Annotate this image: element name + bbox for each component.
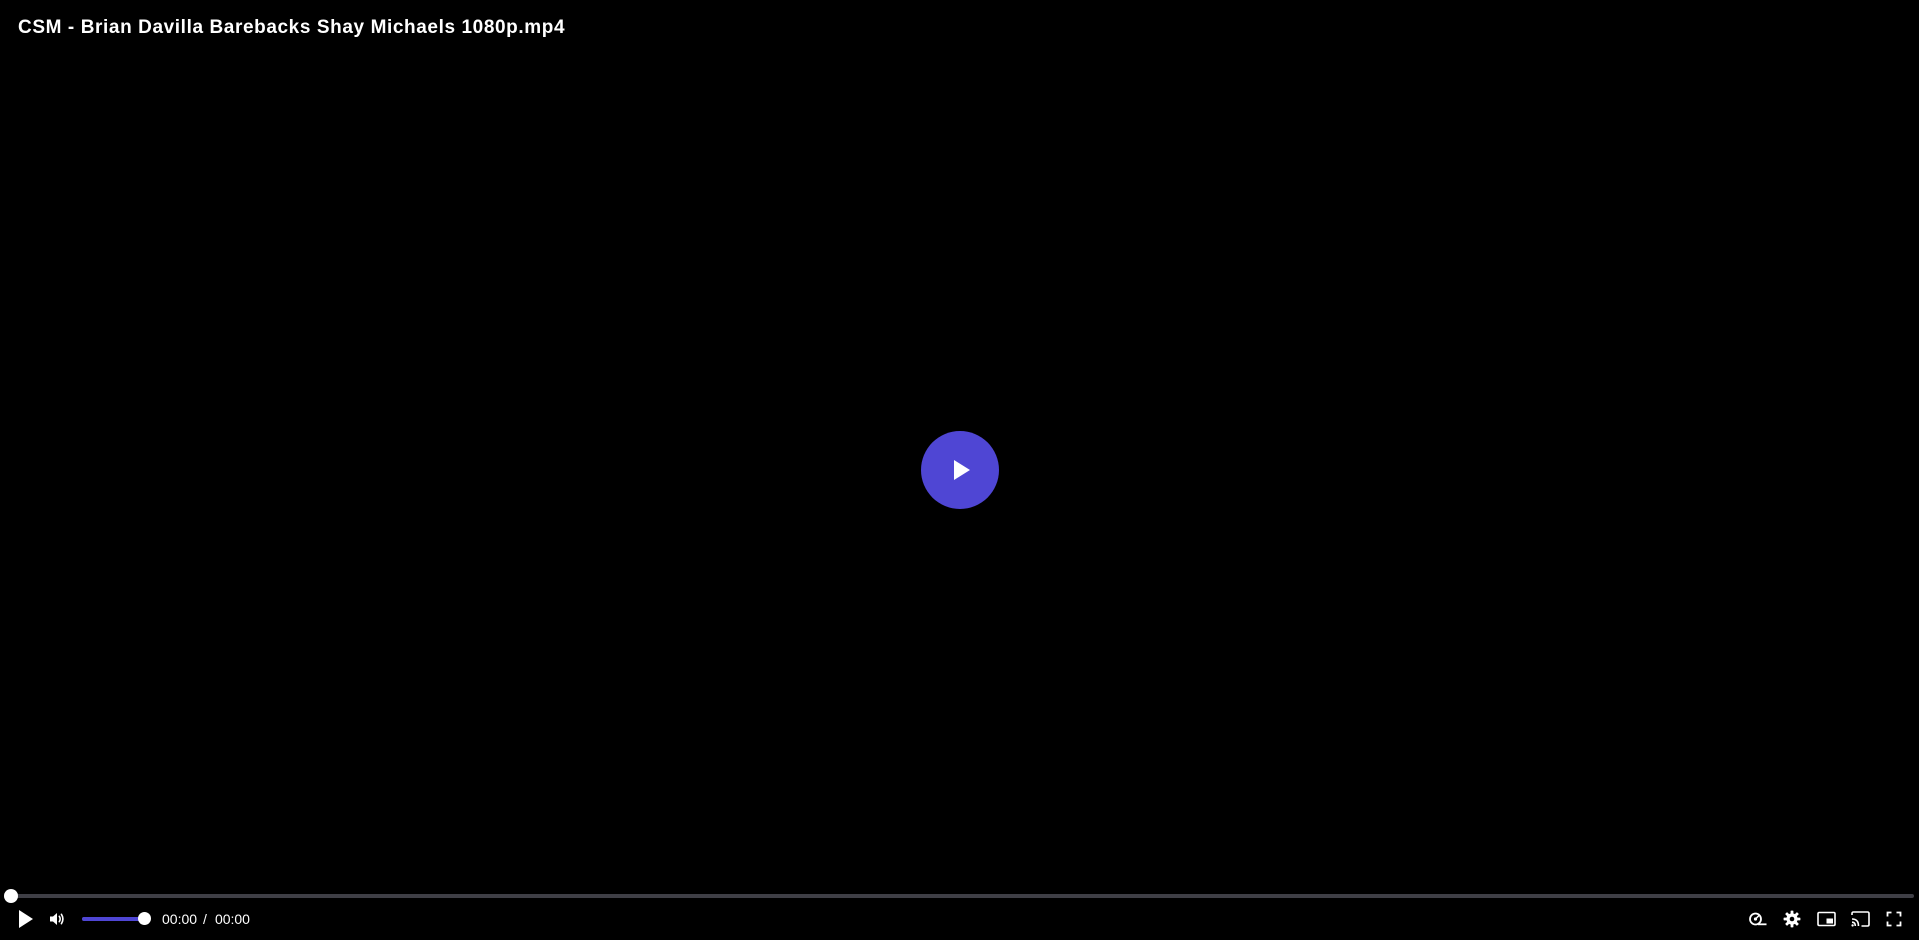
play-button[interactable] [11, 904, 41, 934]
picture-in-picture-icon [1816, 911, 1836, 927]
play-icon [19, 910, 33, 928]
video-player[interactable]: CSM - Brian Davilla Barebacks Shay Micha… [0, 0, 1919, 940]
control-bar: 00:00 / 00:00 [0, 904, 1919, 934]
time-separator: / [203, 911, 207, 927]
mute-button[interactable] [42, 904, 72, 934]
cast-icon [1850, 911, 1870, 927]
big-play-button[interactable] [921, 431, 999, 509]
volume-thumb[interactable] [138, 912, 151, 925]
playback-speed-button[interactable] [1743, 904, 1773, 934]
play-icon [954, 460, 970, 480]
progress-thumb[interactable] [4, 889, 18, 903]
fullscreen-icon [1886, 911, 1902, 927]
volume-fill [82, 917, 144, 921]
duration: 00:00 [214, 911, 250, 927]
fullscreen-button[interactable] [1879, 904, 1909, 934]
settings-button[interactable] [1777, 904, 1807, 934]
current-time: 00:00 [162, 911, 198, 927]
progress-bar[interactable] [4, 889, 1914, 903]
pip-button[interactable] [1811, 904, 1841, 934]
cast-button[interactable] [1845, 904, 1875, 934]
time-display: 00:00 / 00:00 [162, 911, 250, 927]
video-title: CSM - Brian Davilla Barebacks Shay Micha… [18, 17, 566, 38]
playback-speed-icon [1749, 912, 1767, 926]
volume-high-icon [50, 913, 64, 925]
volume-slider[interactable] [82, 912, 151, 925]
right-controls [1739, 904, 1909, 934]
gear-icon [1783, 910, 1801, 928]
